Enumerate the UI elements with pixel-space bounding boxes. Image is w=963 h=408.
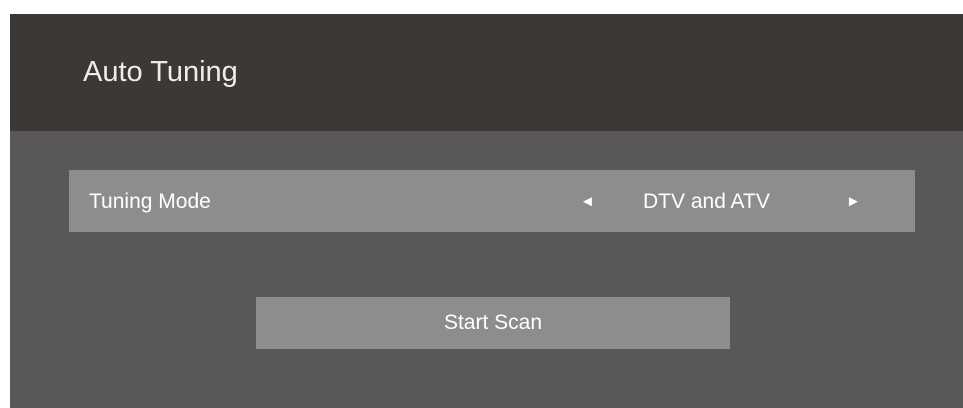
- arrow-left-icon[interactable]: ◄: [580, 191, 595, 213]
- page-title: Auto Tuning: [83, 56, 238, 88]
- tuning-mode-label: Tuning Mode: [89, 190, 211, 213]
- auto-tuning-dialog: Auto Tuning Tuning Mode ◄ DTV and ATV ► …: [10, 14, 963, 408]
- start-scan-button[interactable]: Start Scan: [256, 297, 730, 349]
- tuning-mode-selector[interactable]: Tuning Mode ◄ DTV and ATV ►: [69, 170, 915, 232]
- arrow-right-icon[interactable]: ►: [846, 191, 861, 213]
- tuning-mode-value: DTV and ATV: [643, 190, 770, 213]
- dialog-header: Auto Tuning: [10, 14, 963, 131]
